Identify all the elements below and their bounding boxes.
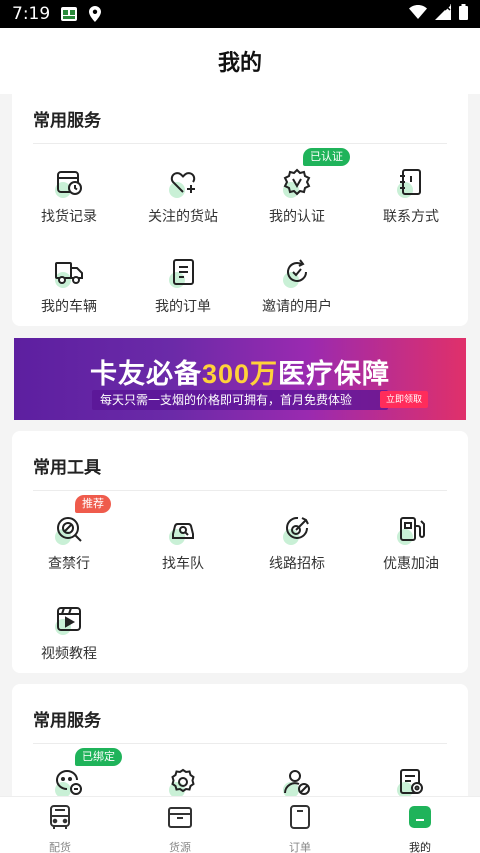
grid-item-contact[interactable]: 联系方式 bbox=[354, 162, 468, 242]
invite-refresh-icon bbox=[277, 252, 317, 292]
grid-item-traffic-ban[interactable]: 推荐 查禁行 bbox=[12, 495, 126, 589]
grid-item-label: 我的认证 bbox=[269, 208, 325, 224]
promo-banner[interactable]: 卡友必备300万医疗保障 每天只需一支烟的价格即可拥有，首月免费体验 立即领取 bbox=[14, 338, 466, 420]
signal-icon bbox=[435, 3, 451, 25]
bottom-tab-bar: 配货 货源 订单 我的 bbox=[0, 796, 480, 853]
service-card-2: 常用服务 已绑定 bbox=[12, 684, 468, 796]
recommend-badge: 推荐 bbox=[75, 495, 111, 513]
grid-item-label: 线路招标 bbox=[269, 555, 325, 571]
order-doc-icon bbox=[163, 252, 203, 292]
grid-item-label: 关注的货站 bbox=[148, 208, 218, 224]
service-card: 常用服务 找货记录 关注的货站 已认证 我的认证 联系方式 我的车辆 我的订单 … bbox=[12, 94, 468, 326]
page-title: 我的 bbox=[217, 50, 262, 75]
grid-item-label: 邀请的用户 bbox=[262, 298, 332, 314]
grid-item-label: 我的订单 bbox=[155, 298, 211, 314]
grid-item-my-orders[interactable]: 我的订单 bbox=[126, 252, 240, 332]
grid-item-wechat-bind[interactable]: 已绑定 bbox=[12, 748, 126, 796]
tab-label: 货源 bbox=[169, 842, 191, 853]
verified-badge: 已认证 bbox=[303, 148, 350, 166]
grid-item-user-block[interactable] bbox=[240, 762, 354, 796]
tools-card: 常用工具 推荐 查禁行 找车队 线路招标 优惠加油 视频教程 bbox=[12, 431, 468, 673]
battery-icon bbox=[459, 3, 468, 25]
grid-item-label: 找车队 bbox=[162, 555, 204, 571]
truck-icon bbox=[49, 252, 89, 292]
grid-item-label: 找货记录 bbox=[41, 208, 97, 224]
tab-mine[interactable]: 我的 bbox=[360, 797, 480, 853]
banner-title-a: 卡友必备 bbox=[89, 359, 202, 389]
user-block-icon bbox=[277, 762, 317, 796]
heart-plus-icon bbox=[163, 162, 203, 202]
grid-item-label: 我的车辆 bbox=[41, 298, 97, 314]
order-icon bbox=[286, 803, 314, 836]
divider bbox=[33, 490, 447, 491]
grid-item-doc-settings[interactable] bbox=[354, 762, 468, 796]
status-bar: 7:19 bbox=[0, 0, 480, 28]
banner-title-b: 300万 bbox=[201, 359, 279, 389]
banner-title: 卡友必备300万医疗保障 bbox=[14, 352, 466, 391]
grid-item-video-tutorial[interactable]: 视频教程 bbox=[12, 599, 126, 679]
grid-item-label: 视频教程 bbox=[41, 645, 97, 661]
tools-card-title: 常用工具 bbox=[33, 458, 101, 477]
grid-item-followed-stations[interactable]: 关注的货站 bbox=[126, 162, 240, 242]
divider bbox=[33, 743, 447, 744]
fuel-pump-icon bbox=[391, 509, 431, 549]
box-icon bbox=[166, 803, 194, 836]
tab-label: 订单 bbox=[289, 842, 311, 853]
app-notification-icon bbox=[60, 5, 78, 23]
banner-subtitle: 每天只需一支烟的价格即可拥有，首月免费体验 bbox=[100, 393, 353, 407]
fleet-car-icon bbox=[163, 509, 203, 549]
app-header: 我的 bbox=[0, 28, 480, 94]
tab-dispatch[interactable]: 配货 bbox=[0, 797, 120, 853]
bound-badge: 已绑定 bbox=[75, 748, 122, 766]
bus-icon bbox=[46, 803, 74, 836]
grid-item-my-verification[interactable]: 已认证 我的认证 bbox=[240, 148, 354, 242]
grid-item-label: 联系方式 bbox=[383, 208, 439, 224]
settings-gear-icon bbox=[163, 762, 203, 796]
tab-orders[interactable]: 订单 bbox=[240, 797, 360, 853]
route-target-icon bbox=[277, 509, 317, 549]
content-scroll[interactable]: 常用服务 找货记录 关注的货站 已认证 我的认证 联系方式 我的车辆 我的订单 … bbox=[0, 94, 480, 796]
no-entry-search-icon: 推荐 bbox=[49, 495, 111, 549]
tab-label: 我的 bbox=[409, 842, 431, 853]
location-icon bbox=[86, 5, 104, 23]
doc-settings-icon bbox=[391, 762, 431, 796]
wifi-icon bbox=[409, 4, 427, 24]
verify-badge-icon: 已认证 bbox=[277, 148, 350, 202]
tab-label: 配货 bbox=[49, 842, 71, 853]
grid-item-fuel-discount[interactable]: 优惠加油 bbox=[354, 509, 468, 589]
grid-item-cargo-record[interactable]: 找货记录 bbox=[12, 162, 126, 242]
video-play-icon bbox=[49, 599, 89, 639]
grid-item-label: 查禁行 bbox=[48, 555, 90, 571]
grid-item-settings[interactable] bbox=[126, 762, 240, 796]
contact-book-icon bbox=[391, 162, 431, 202]
service-card-title: 常用服务 bbox=[33, 111, 101, 130]
status-time: 7:19 bbox=[12, 4, 51, 24]
grid-item-route-bidding[interactable]: 线路招标 bbox=[240, 509, 354, 589]
tab-cargo[interactable]: 货源 bbox=[120, 797, 240, 853]
wechat-link-icon: 已绑定 bbox=[49, 748, 122, 796]
banner-cta-button[interactable]: 立即领取 bbox=[380, 391, 429, 408]
grid-item-invited-users[interactable]: 邀请的用户 bbox=[240, 252, 354, 332]
cargo-record-icon bbox=[49, 162, 89, 202]
grid-item-find-fleet[interactable]: 找车队 bbox=[126, 509, 240, 589]
grid-item-my-vehicles[interactable]: 我的车辆 bbox=[12, 252, 126, 332]
service-card-2-title: 常用服务 bbox=[33, 711, 101, 730]
divider bbox=[33, 143, 447, 144]
grid-item-label: 优惠加油 bbox=[383, 555, 439, 571]
profile-icon bbox=[406, 803, 434, 836]
banner-title-c: 医疗保障 bbox=[278, 359, 391, 389]
